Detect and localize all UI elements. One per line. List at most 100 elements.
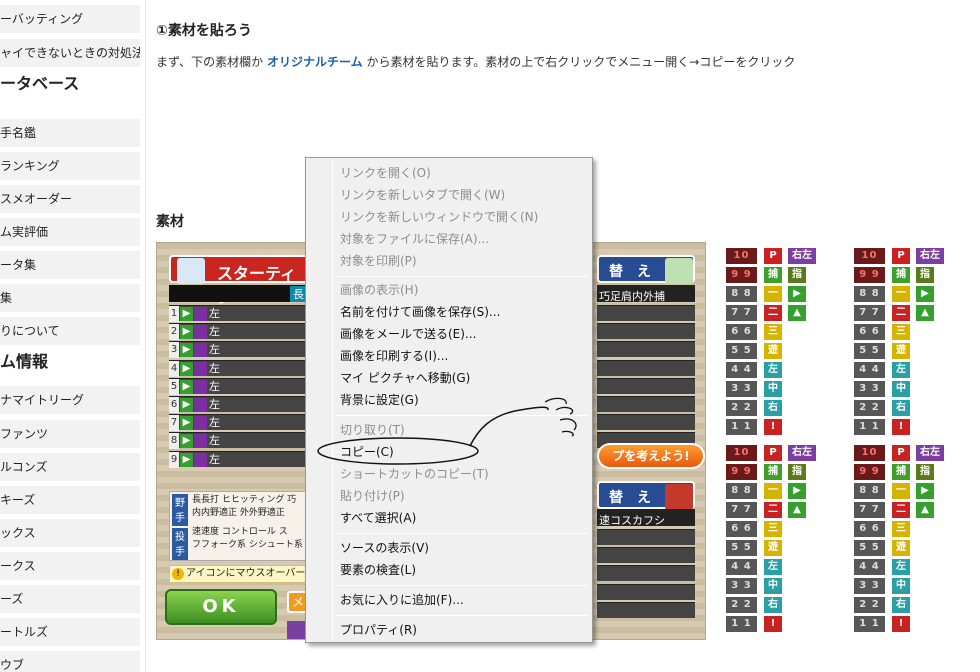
sprite-row[interactable]: 10 10 P 右左両	[726, 445, 816, 474]
menu-item[interactable]: ソースの表示(V)	[308, 537, 590, 559]
sprite-row[interactable]: 1 1!	[854, 616, 944, 633]
fielder-stat-labels: 巧足肩内外捕	[599, 290, 665, 303]
menu-item[interactable]: 名前を付けて画像を保存(S)...	[308, 301, 590, 323]
sidebar-link-ranking[interactable]: ランキング	[0, 152, 140, 180]
context-menu[interactable]: リンクを開く(O) リンクを新しいタブで開く(W) リンクを新しいウィンドウで開く(…	[305, 157, 593, 643]
menu-item[interactable]: コピー(C)	[308, 441, 590, 463]
sprite-row[interactable]: 4 4 左	[726, 559, 816, 576]
original-team-link[interactable]: オリジナルチーム	[267, 55, 363, 69]
sprite-row[interactable]: 2 2 右	[726, 597, 816, 614]
fielder-row[interactable]	[597, 359, 695, 376]
pitcher-row[interactable]	[597, 565, 695, 582]
sidebar-link-batting[interactable]: ーバッティング	[0, 5, 140, 33]
sprite-row[interactable]: 6 6 三	[854, 521, 944, 538]
sprite-row[interactable]: 1 1!	[854, 419, 944, 436]
sprite-row[interactable]: 6 6 三	[854, 324, 944, 341]
sprite-row[interactable]: 4 4 左	[726, 362, 816, 379]
sidebar-link-recommended-order[interactable]: スメオーダー	[0, 185, 140, 213]
lineup-row[interactable]: 9 ▶ 左	[169, 450, 305, 468]
sidebar-link-team-5[interactable]: ックス	[0, 519, 140, 547]
menu-item[interactable]: 要素の検査(L)	[308, 559, 590, 581]
sprite-row[interactable]: 1 1!	[726, 616, 816, 633]
sidebar-link-team-1[interactable]: ナマイトリーグ	[0, 386, 140, 414]
sidebar-link-team-2[interactable]: ファンツ	[0, 420, 140, 448]
sprite-row[interactable]: 8 8 一 ▶	[726, 483, 816, 500]
sprite-row[interactable]: 9 9 捕指	[726, 267, 816, 284]
pitcher-row[interactable]	[597, 583, 695, 600]
menu-item[interactable]: マイ ピクチャへ移動(G)	[308, 367, 590, 389]
sprite-row[interactable]: 2 2 右	[854, 400, 944, 417]
sidebar-link-team-4[interactable]: キーズ	[0, 486, 140, 514]
lineup-row[interactable]: 8 ▶ 左	[169, 432, 305, 450]
sidebar-link-player-guide[interactable]: 手名鑑	[0, 119, 140, 147]
menu-item[interactable]: すべて選択(A)	[308, 507, 590, 529]
sprite-position-tag: 左	[892, 559, 910, 575]
sidebar-link-team-8[interactable]: ートルズ	[0, 618, 140, 646]
sprite-row[interactable]: 5 5 遊	[854, 540, 944, 557]
sprite-row[interactable]: 9 9 捕指	[726, 464, 816, 481]
lineup-row[interactable]: 1 ▶ 左	[169, 305, 305, 322]
lineup-header: 長	[169, 285, 309, 302]
menu-item[interactable]: 画像をメールで送る(E)...	[308, 323, 590, 345]
sprite-row[interactable]: 8 8 一 ▶	[854, 483, 944, 500]
sprite-row[interactable]: 6 6 三	[726, 324, 816, 341]
menu-item[interactable]: プロパティ(R)	[308, 619, 590, 641]
sidebar-link-data-collection[interactable]: ータ集	[0, 251, 140, 279]
sprite-row[interactable]: 7 7 二 ▲	[854, 305, 944, 322]
sidebar-link-team-7[interactable]: ーズ	[0, 585, 140, 613]
pitcher-row[interactable]	[597, 529, 695, 545]
sprite-row[interactable]: 2 2 右	[854, 597, 944, 614]
sprite-number: 8 8	[726, 483, 757, 499]
fielder-row[interactable]	[597, 341, 695, 358]
sprite-row[interactable]: 4 4 左	[854, 559, 944, 576]
sprite-position-tag: 一	[764, 483, 782, 499]
lineup-row[interactable]: 6 ▶ 左	[169, 396, 305, 413]
pitcher-row[interactable]	[597, 547, 695, 564]
pitcher-row[interactable]	[597, 601, 695, 618]
sprite-row[interactable]: 3 3 中	[854, 381, 944, 398]
sidebar-link-collection[interactable]: 集	[0, 284, 140, 312]
sprite-row[interactable]: 3 3 中	[726, 578, 816, 595]
sprite-row[interactable]: 10 10 P 右左両	[854, 248, 944, 277]
ok-button[interactable]: OK	[165, 589, 277, 625]
sidebar-link-team-3[interactable]: ルコンズ	[0, 453, 140, 481]
sprite-row[interactable]: 7 7 二 ▲	[726, 502, 816, 519]
sprite-row[interactable]: 5 5 遊	[726, 343, 816, 360]
sprite-row[interactable]: 8 8 一 ▶	[854, 286, 944, 303]
lineup-row[interactable]: 5 ▶ 左	[169, 377, 305, 395]
substitute-banner-label: 替 え	[609, 264, 651, 280]
lineup-row[interactable]: 3 ▶ 左	[169, 341, 305, 359]
fielder-row[interactable]	[597, 323, 695, 340]
sprite-row[interactable]: 5 5 遊	[854, 343, 944, 360]
sprite-row[interactable]: 10 10 P 右左両	[854, 445, 944, 474]
sprite-row[interactable]: 9 9 捕指	[854, 267, 944, 284]
lineup-row[interactable]: 4 ▶ 左	[169, 359, 305, 377]
sprite-row[interactable]: 4 4 左	[854, 362, 944, 379]
sprite-row[interactable]: 3 3 中	[854, 578, 944, 595]
sidebar-link-troubleshooting[interactable]: ャイできないときの対処法	[0, 39, 140, 67]
sidebar-link-team-evaluation[interactable]: ム実評価	[0, 218, 140, 246]
fielder-row[interactable]	[597, 377, 695, 394]
strategy-button[interactable]: プを考えよう!	[597, 443, 705, 469]
menu-item[interactable]: 画像を印刷する(I)...	[308, 345, 590, 367]
menu-item[interactable]: お気に入りに追加(F)...	[308, 589, 590, 611]
sprite-row[interactable]: 7 7 二 ▲	[726, 305, 816, 322]
sidebar-link-about[interactable]: りについて	[0, 317, 140, 345]
sprite-row[interactable]: 3 3 中	[726, 381, 816, 398]
fielder-row[interactable]	[597, 414, 695, 431]
sprite-row[interactable]: 5 5 遊	[726, 540, 816, 557]
sprite-row[interactable]: 6 6 三	[726, 521, 816, 538]
sprite-row[interactable]: 2 2 右	[726, 400, 816, 417]
sidebar-link-team-6[interactable]: ークス	[0, 552, 140, 580]
fielder-row[interactable]	[597, 396, 695, 412]
lineup-row[interactable]: 2 ▶ 左	[169, 323, 305, 341]
sprite-row[interactable]: 1 1!	[726, 419, 816, 436]
sprite-row[interactable]: 9 9 捕指	[854, 464, 944, 481]
lineup-row[interactable]: 7 ▶ 左	[169, 414, 305, 432]
sprite-row[interactable]: 8 8 一 ▶	[726, 286, 816, 303]
sprite-row[interactable]: 10 10 P 右左両	[726, 248, 816, 277]
sprite-row[interactable]: 7 7 二 ▲	[854, 502, 944, 519]
menu-item[interactable]: 背景に設定(G)	[308, 389, 590, 411]
fielder-row[interactable]	[597, 305, 695, 321]
sidebar-link-team-9[interactable]: ウブ	[0, 651, 140, 672]
